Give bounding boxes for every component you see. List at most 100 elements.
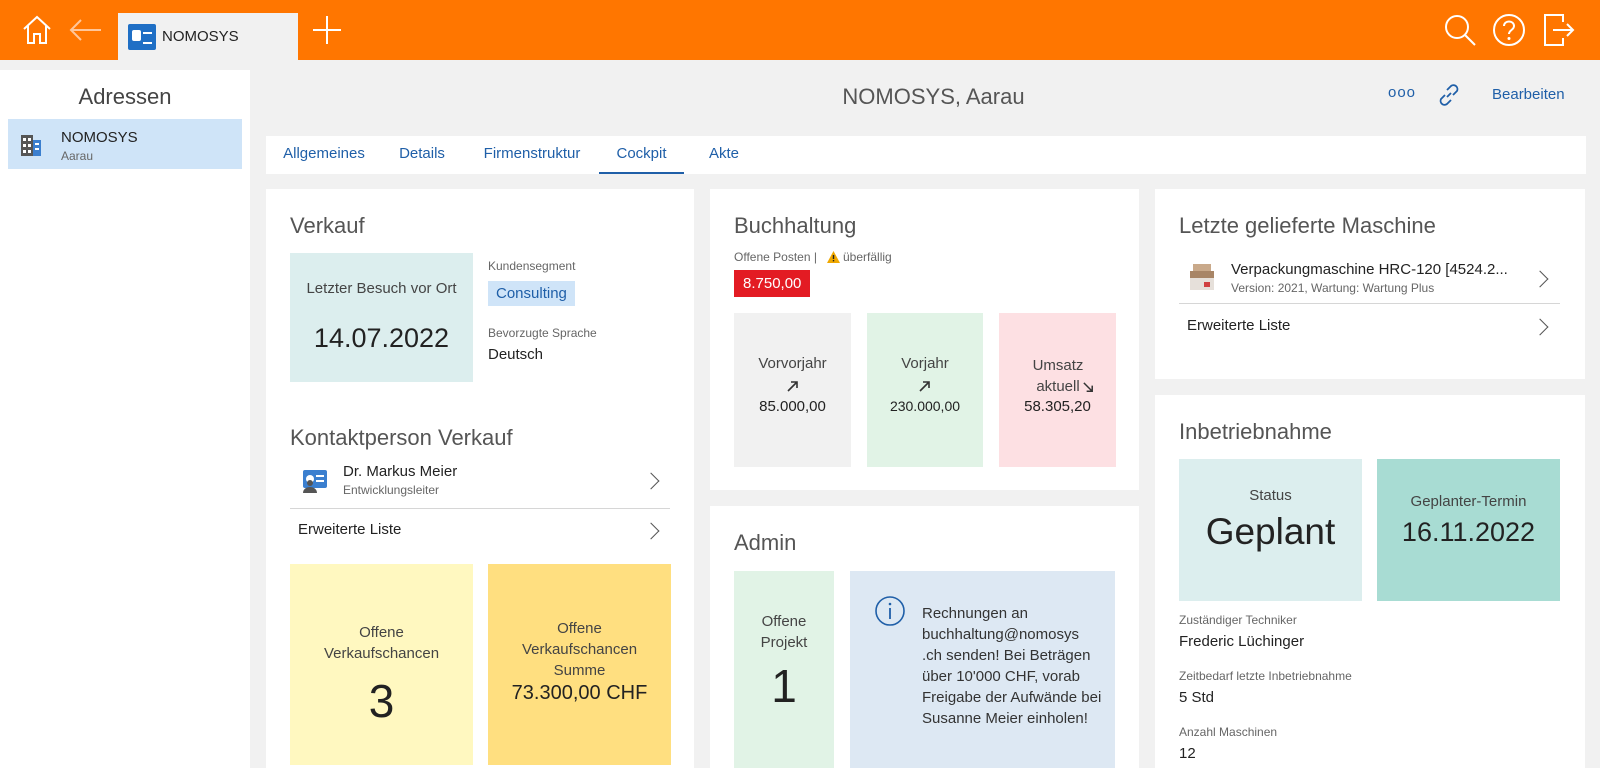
admin-title: Admin <box>734 530 797 555</box>
open-chances-tile[interactable]: Offene Verkaufschancen 3 <box>290 564 473 765</box>
open-chances-sum-tile[interactable]: Offene Verkaufschancen Summe 73.300,00 C… <box>488 564 671 765</box>
time-value: 5 Std <box>1179 689 1215 706</box>
machine-box-icon <box>1190 264 1214 290</box>
extended-list-label: Erweiterte Liste <box>1187 317 1291 334</box>
open-chances-label: Offene Verkaufschancen <box>323 624 440 662</box>
time-label: Zeitbedarf letzte Inbetriebnahme <box>1179 669 1352 683</box>
umsatz-aktuell-value: 58.305,20 <box>1024 398 1091 415</box>
link-icon[interactable] <box>1436 82 1462 112</box>
inbetriebnahme-card: Inbetriebnahme Status Geplant Geplanter-… <box>1155 395 1585 768</box>
sidebar-item-nomosys[interactable]: NOMOSYS Aarau <box>8 119 242 169</box>
top-bar: NOMOSYS <box>0 0 1600 60</box>
admin-note-tile: Rechnungen an buchhaltung@nomosys .ch se… <box>850 571 1115 768</box>
segment-badge: Consulting <box>488 281 575 306</box>
chevron-right-icon <box>1531 318 1549 336</box>
verkauf-title: Verkauf <box>290 213 365 238</box>
status-value: Geplant <box>1205 511 1336 552</box>
sidebar-item-sub: Aarau <box>61 149 94 163</box>
vorvorjahr-value: 85.000,00 <box>759 398 826 415</box>
segment-label: Kundensegment <box>488 259 576 273</box>
status-label: Status <box>1249 487 1292 504</box>
warning-icon <box>827 251 840 263</box>
tab-allgemeines[interactable]: Allgemeines <box>270 136 378 174</box>
vorjahr-label: Vorjahr <box>901 355 949 372</box>
umsatz-aktuell-tile[interactable]: Umsatz aktuell 58.305,20 <box>999 313 1116 467</box>
machine-extended-list[interactable]: Erweiterte Liste <box>1179 307 1560 347</box>
technician-label: Zuständiger Techniker <box>1179 613 1297 627</box>
buchhaltung-card: Buchhaltung Offene Posten | überfällig 8… <box>710 189 1139 490</box>
address-sidebar: Adressen NOMOSYS Aarau <box>0 70 250 768</box>
machine-sub: Version: 2021, Wartung: Wartung Plus <box>1231 281 1435 295</box>
machine-row[interactable]: Verpackungmaschine HRC-120 [4524.2... Ve… <box>1179 259 1560 299</box>
termin-label: Geplanter-Termin <box>1410 493 1527 510</box>
vorjahr-tile[interactable]: Vorjahr 230.000,00 <box>867 313 983 467</box>
trend-down-icon <box>1083 382 1093 392</box>
overdue-label: überfällig <box>843 250 892 264</box>
termin-tile[interactable]: Geplanter-Termin 16.11.2022 <box>1377 459 1560 601</box>
sidebar-item-name: NOMOSYS <box>61 129 138 146</box>
sidebar-title: Adressen <box>78 84 172 109</box>
contact-name: Dr. Markus Meier <box>343 463 458 480</box>
trend-up-icon <box>919 381 930 392</box>
inbetriebnahme-title: Inbetriebnahme <box>1179 419 1332 444</box>
last-visit-tile[interactable]: Letzter Besuch vor Ort 14.07.2022 <box>290 253 473 382</box>
vorvorjahr-tile[interactable]: Vorvorjahr 85.000,00 <box>734 313 851 467</box>
open-sum-label: Offene Verkaufschancen Summe <box>521 620 638 679</box>
more-options-button[interactable]: ooo <box>1388 84 1416 101</box>
last-visit-date: 14.07.2022 <box>313 323 450 353</box>
logout-icon[interactable] <box>1542 13 1576 47</box>
tab-akte[interactable]: Akte <box>696 136 752 174</box>
vorjahr-value: 230.000,00 <box>889 398 961 414</box>
address-card-icon <box>128 23 156 50</box>
tab-cockpit[interactable]: Cockpit <box>599 136 684 174</box>
chevron-right-icon <box>1531 270 1549 288</box>
open-amount-badge[interactable]: 8.750,00 <box>734 270 811 297</box>
trend-up-icon <box>787 381 798 392</box>
home-icon[interactable] <box>20 13 54 47</box>
last-visit-label: Letzter Besuch vor Ort <box>306 280 457 297</box>
open-projects-value: 1 <box>771 660 797 712</box>
help-icon[interactable] <box>1492 13 1526 47</box>
building-icon <box>21 135 41 156</box>
chevron-right-icon <box>642 472 660 490</box>
open-projects-tile[interactable]: Offene Projekt 1 <box>734 571 834 768</box>
language-value: Deutsch <box>488 346 544 363</box>
machine-name: Verpackungmaschine HRC-120 [4524.2... <box>1231 261 1508 278</box>
status-tile[interactable]: Status Geplant <box>1179 459 1362 601</box>
termin-value: 16.11.2022 <box>1401 517 1536 547</box>
admin-note-text: Rechnungen an buchhaltung@nomosys .ch se… <box>922 605 1102 727</box>
machine-count-label: Anzahl Maschinen <box>1179 725 1278 739</box>
divider <box>290 508 670 509</box>
buchhaltung-title: Buchhaltung <box>734 213 857 238</box>
extended-list-label: Erweiterte Liste <box>298 521 402 538</box>
contact-extended-list[interactable]: Erweiterte Liste <box>290 511 670 551</box>
contact-row[interactable]: Dr. Markus Meier Entwicklungsleiter <box>290 461 670 503</box>
open-chances-value: 3 <box>368 675 395 727</box>
technician-value: Frederic Lüchinger <box>1179 633 1305 650</box>
verkauf-card: Verkauf Letzter Besuch vor Ort 14.07.202… <box>266 189 694 768</box>
chevron-right-icon <box>642 522 660 540</box>
divider <box>1179 303 1560 304</box>
contact-card-icon <box>303 470 327 493</box>
open-sum-value: 73.300,00 CHF <box>511 682 648 704</box>
info-icon <box>875 596 905 626</box>
maschine-card: Letzte gelieferte Maschine Verpackungmas… <box>1155 189 1585 379</box>
open-projects-label: Offene Projekt <box>760 613 808 651</box>
tab-firmenstruktur[interactable]: Firmenstruktur <box>470 136 594 174</box>
machine-count-value: 12 <box>1179 745 1196 762</box>
edit-button[interactable]: Bearbeiten <box>1492 86 1565 103</box>
vorvorjahr-label: Vorvorjahr <box>758 355 827 372</box>
open-items-label: Offene Posten | <box>734 250 817 264</box>
contact-title: Kontaktperson Verkauf <box>290 425 513 450</box>
admin-card: Admin Offene Projekt 1 Rechnungen an buc… <box>710 506 1139 768</box>
language-label: Bevorzugte Sprache <box>488 326 597 340</box>
tab-bar: Allgemeines Details Firmenstruktur Cockp… <box>266 136 1586 174</box>
maschine-title: Letzte gelieferte Maschine <box>1179 213 1436 238</box>
search-icon[interactable] <box>1443 13 1477 47</box>
add-tab-icon[interactable] <box>310 13 344 47</box>
contact-role: Entwicklungsleiter <box>343 483 440 497</box>
open-tab-label: NOMOSYS <box>162 28 239 45</box>
open-tab-nomosys[interactable]: NOMOSYS <box>118 13 298 60</box>
back-arrow-icon[interactable] <box>68 13 102 47</box>
tab-details[interactable]: Details <box>390 136 454 174</box>
